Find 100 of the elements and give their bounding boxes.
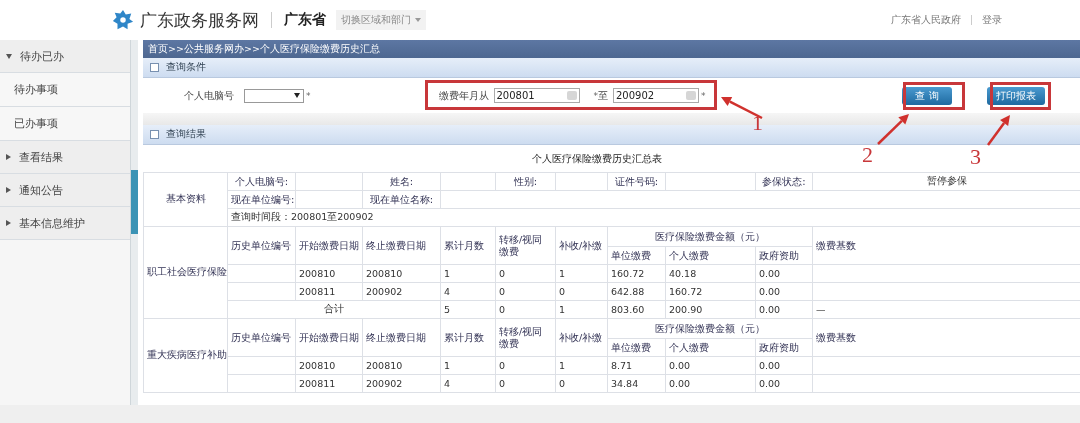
table-cell: 8.71: [607, 356, 666, 375]
column-header: 历史单位编号: [227, 318, 296, 357]
table-cell: 0: [555, 282, 608, 301]
sidebar-group[interactable]: 查看结果: [0, 141, 130, 174]
query-button[interactable]: 查 询: [902, 86, 952, 105]
date-field[interactable]: 200801: [493, 88, 580, 103]
table-cell: 1: [440, 356, 496, 375]
row-group-label: 基本资料: [143, 172, 228, 227]
column-header: 历史单位编号: [227, 226, 296, 265]
header-link[interactable]: 广东省人民政府: [891, 13, 961, 27]
sidebar-label: 查看结果: [19, 149, 63, 165]
range-separator: 至: [598, 88, 608, 103]
field-label: 姓名:: [362, 172, 441, 191]
table-cell: 160.72: [607, 264, 666, 283]
column-header: 累计月数: [440, 226, 496, 265]
annotation-number: 3: [970, 146, 981, 168]
calendar-icon[interactable]: [686, 91, 696, 100]
field-label: 现在单位名称:: [362, 190, 441, 209]
table-cell: 1: [440, 264, 496, 283]
table-cell: 0.00: [755, 282, 813, 301]
field-label: 缴费年月从: [438, 88, 489, 103]
table-cell: 40.18: [665, 264, 756, 283]
region-label: 广东省: [284, 11, 326, 29]
caret-icon: [415, 18, 421, 22]
breadcrumb: 首页>>公共服务网办>>个人医疗保险缴费历史汇总: [143, 40, 1080, 58]
table-cell: 1: [555, 264, 608, 283]
table-cell: 1: [555, 356, 608, 375]
table-cell: 1: [555, 300, 608, 319]
column-header: 转移/视同缴费: [495, 318, 556, 357]
table-cell: 200902: [362, 374, 441, 393]
expanded-icon: [6, 53, 12, 59]
column-header: 终止缴费日期: [362, 318, 441, 357]
column-header: 单位缴费: [607, 338, 666, 357]
field-label: 个人电脑号: [184, 88, 234, 103]
field-value: 暂停参保: [812, 172, 1080, 191]
column-header: 开始缴费日期: [295, 318, 363, 357]
header-link[interactable]: 登录: [982, 13, 1002, 27]
table-cell: 0.00: [755, 300, 813, 319]
panel-title: 查询结果: [166, 128, 206, 141]
sidebar-group[interactable]: 基本信息维护: [0, 207, 130, 240]
table-cell: 5: [440, 300, 496, 319]
collapsed-icon: [6, 220, 11, 226]
table-cell: 803.60: [607, 300, 666, 319]
table-cell: 0: [555, 374, 608, 393]
table-cell: 200811: [295, 374, 363, 393]
sidebar-label: 通知公告: [19, 182, 63, 198]
field-label: 证件号码:: [607, 172, 666, 191]
sidebar-label: 基本信息维护: [19, 215, 85, 231]
table-cell: 200810: [295, 264, 363, 283]
table-cell: 200810: [295, 356, 363, 375]
table-title: 个人医疗保险缴费历史汇总表: [531, 151, 662, 166]
column-header: 单位缴费: [607, 246, 666, 265]
logo-icon: [112, 9, 134, 31]
sidebar-label: 待办已办: [20, 48, 64, 64]
column-header: 累计月数: [440, 318, 496, 357]
panel-title: 查询条件: [166, 61, 206, 74]
field-label: 现在单位编号:: [227, 190, 296, 209]
column-header: 个人缴费: [665, 246, 756, 265]
table-cell: 0: [495, 264, 556, 283]
field-label: 个人电脑号:: [227, 172, 296, 191]
table-cell: 0: [495, 356, 556, 375]
total-label: 合计: [227, 300, 441, 319]
column-header: 个人缴费: [665, 338, 756, 357]
sidebar-group[interactable]: 待办已办: [0, 40, 130, 73]
table-cell: 4: [440, 282, 496, 301]
field-label: 参保状态:: [755, 172, 813, 191]
print-button[interactable]: 打印报表: [987, 86, 1045, 105]
field-label: 性别:: [495, 172, 556, 191]
splitter-bar[interactable]: [130, 40, 138, 405]
table-cell: 0.00: [665, 356, 756, 375]
annotation-arrow: [877, 114, 909, 145]
pc-number-select[interactable]: [244, 88, 304, 103]
annotation-arrow: [987, 115, 1010, 146]
table-cell: 200.90: [665, 300, 756, 319]
table-cell: 200811: [295, 282, 363, 301]
required-mark: *: [701, 90, 706, 101]
table-cell: 0.00: [665, 374, 756, 393]
column-header: 补收/补缴: [555, 318, 608, 357]
table-cell: 200810: [362, 356, 441, 375]
table-cell: 4: [440, 374, 496, 393]
sidebar-group[interactable]: 通知公告: [0, 174, 130, 207]
column-header: 补收/补缴: [555, 226, 608, 265]
table-cell: 0.00: [755, 264, 813, 283]
date-field[interactable]: 200902: [613, 88, 699, 103]
highlight-frame: [903, 82, 965, 110]
table-cell: 642.88: [607, 282, 666, 301]
column-header: 医疗保险缴费金额（元）: [607, 318, 813, 339]
site-title[interactable]: 广东政务服务网: [140, 8, 259, 32]
column-header: 医疗保险缴费金额（元）: [607, 226, 813, 247]
dropdown-icon: [294, 93, 300, 98]
row-group-label: 重大疾病医疗补助: [143, 318, 228, 393]
table-cell: 0.00: [755, 356, 813, 375]
panel-header[interactable]: 查询条件: [143, 58, 1080, 78]
splitter-handle[interactable]: [131, 169, 138, 234]
table-cell: 0: [495, 282, 556, 301]
required-mark: *: [593, 90, 598, 101]
calendar-icon[interactable]: [566, 91, 577, 100]
collapsed-icon: [6, 154, 11, 160]
table-cell: 0: [495, 300, 556, 319]
column-header: 转移/视同缴费: [495, 226, 556, 265]
